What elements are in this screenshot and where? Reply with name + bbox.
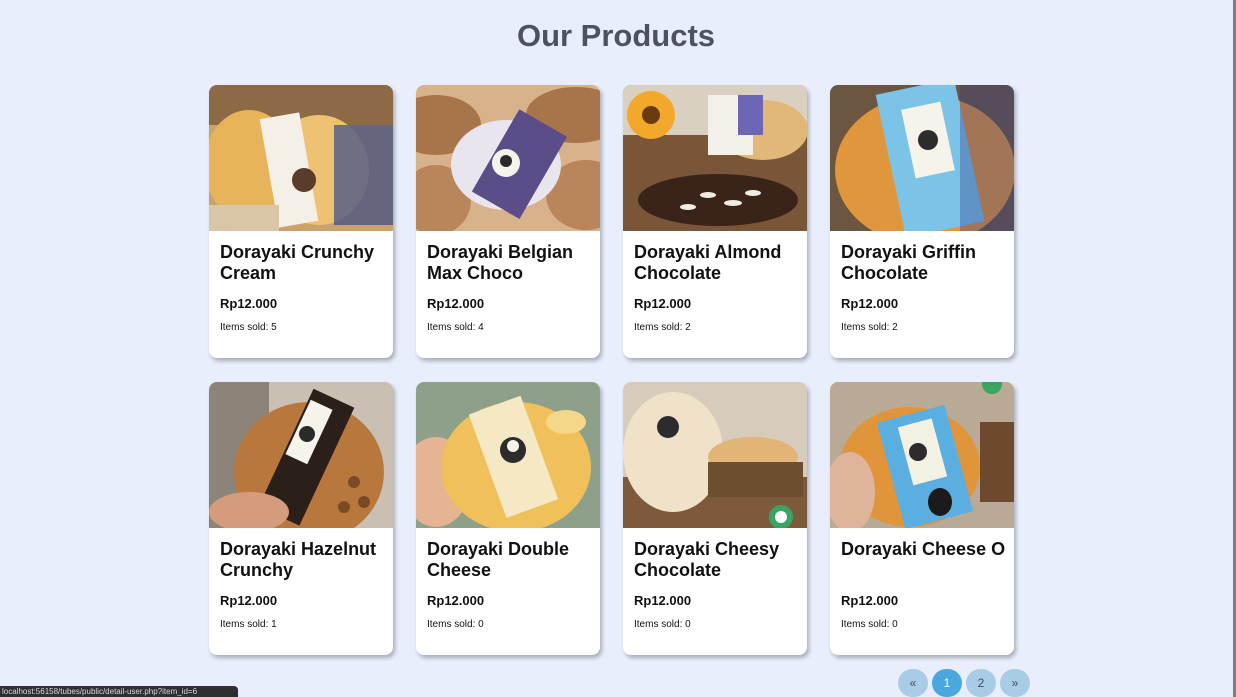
product-card[interactable]: Dorayaki Griffin Chocolate Rp12.000 Item… bbox=[830, 85, 1014, 358]
product-name: Dorayaki Hazelnut Crunchy bbox=[220, 539, 377, 580]
product-card[interactable]: Dorayaki Cheesy Chocolate Rp12.000 Items… bbox=[623, 382, 807, 655]
product-name: Dorayaki Cheese O bbox=[841, 539, 1006, 559]
product-image bbox=[623, 85, 807, 231]
product-name: Dorayaki Belgian Max Choco bbox=[427, 242, 574, 283]
product-name: Dorayaki Almond Chocolate bbox=[634, 242, 782, 283]
product-price: Rp12.000 bbox=[634, 296, 692, 311]
status-bar-url: localhost:56158/tubes/public/detail-user… bbox=[0, 686, 238, 697]
product-price: Rp12.000 bbox=[841, 296, 899, 311]
product-image bbox=[209, 382, 393, 528]
next-page-button[interactable]: » bbox=[1000, 669, 1030, 697]
product-sold-count: Items sold: 2 bbox=[841, 322, 898, 333]
product-name: Dorayaki Crunchy Cream bbox=[220, 242, 375, 283]
product-sold-count: Items sold: 4 bbox=[427, 322, 484, 333]
product-card[interactable]: Dorayaki Crunchy Cream Rp12.000 Items so… bbox=[209, 85, 393, 358]
product-price: Rp12.000 bbox=[634, 593, 692, 608]
product-image bbox=[416, 85, 600, 231]
product-price: Rp12.000 bbox=[220, 296, 278, 311]
page-2-button[interactable]: 2 bbox=[966, 669, 996, 697]
product-card[interactable]: Dorayaki Hazelnut Crunchy Rp12.000 Items… bbox=[209, 382, 393, 655]
product-price: Rp12.000 bbox=[427, 593, 485, 608]
product-image bbox=[830, 85, 1014, 231]
page-title: Our Products bbox=[516, 18, 716, 53]
product-card[interactable]: Dorayaki Double Cheese Rp12.000 Items so… bbox=[416, 382, 600, 655]
pagination: « 1 2 » bbox=[898, 669, 1030, 697]
product-price: Rp12.000 bbox=[427, 296, 485, 311]
product-card[interactable]: Dorayaki Belgian Max Choco Rp12.000 Item… bbox=[416, 85, 600, 358]
product-card[interactable]: Dorayaki Cheese O Rp12.000 Items sold: 0 bbox=[830, 382, 1014, 655]
product-sold-count: Items sold: 0 bbox=[841, 619, 898, 630]
product-sold-count: Items sold: 0 bbox=[634, 619, 691, 630]
product-image bbox=[416, 382, 600, 528]
product-price: Rp12.000 bbox=[841, 593, 899, 608]
product-name: Dorayaki Griffin Chocolate bbox=[841, 242, 977, 283]
product-image bbox=[830, 382, 1014, 528]
product-image bbox=[209, 85, 393, 231]
product-card[interactable]: Dorayaki Almond Chocolate Rp12.000 Items… bbox=[623, 85, 807, 358]
page: Our Products Dorayaki Crunchy Cream Rp12… bbox=[0, 0, 1236, 697]
product-sold-count: Items sold: 0 bbox=[427, 619, 484, 630]
product-name: Dorayaki Cheesy Chocolate bbox=[634, 539, 780, 580]
product-image bbox=[623, 382, 807, 528]
product-grid: Dorayaki Crunchy Cream Rp12.000 Items so… bbox=[209, 85, 1014, 655]
product-sold-count: Items sold: 2 bbox=[634, 322, 691, 333]
product-name: Dorayaki Double Cheese bbox=[427, 539, 570, 580]
product-sold-count: Items sold: 5 bbox=[220, 322, 277, 333]
product-price: Rp12.000 bbox=[220, 593, 278, 608]
product-sold-count: Items sold: 1 bbox=[220, 619, 277, 630]
prev-page-button[interactable]: « bbox=[898, 669, 928, 697]
page-1-button[interactable]: 1 bbox=[932, 669, 962, 697]
